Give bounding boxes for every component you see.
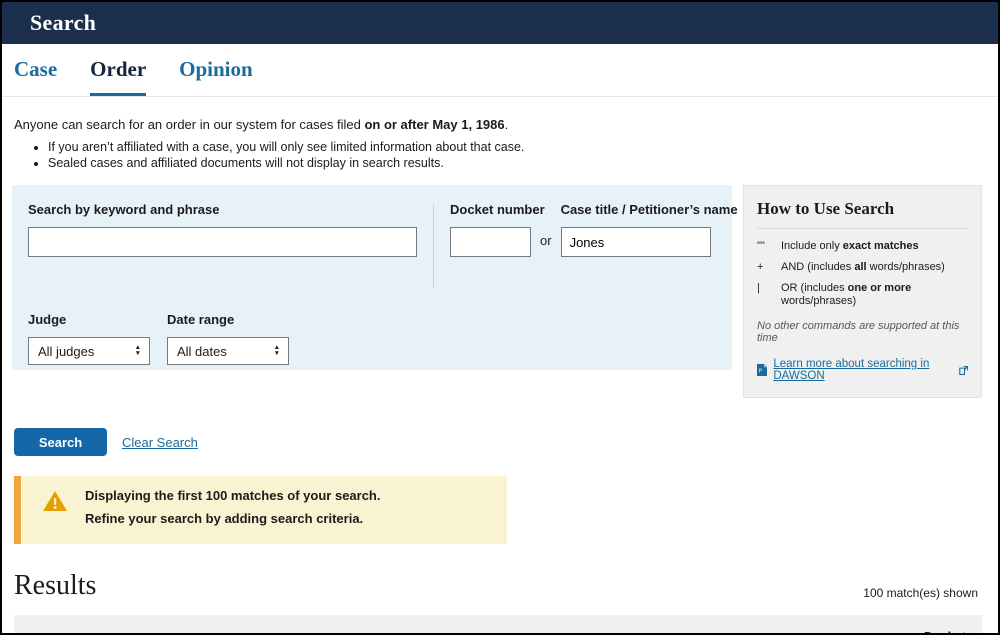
date-range-label: Date range — [167, 312, 289, 327]
date-range-select[interactable]: All dates — [168, 338, 288, 364]
learn-more-link[interactable]: Learn more about searching in DAWSON — [773, 358, 968, 382]
pipe-symbol: | — [757, 282, 781, 308]
keyword-label: Search by keyword and phrase — [28, 202, 417, 217]
docket-number-label: Docket number — [450, 202, 531, 217]
search-form-section: Search by keyword and phrase Docket numb… — [12, 185, 982, 398]
page-title: Search — [30, 10, 96, 36]
svg-text:P: P — [759, 369, 763, 375]
search-button[interactable]: Search — [14, 428, 107, 456]
or-label: or — [540, 233, 552, 248]
judge-label: Judge — [28, 312, 150, 327]
search-form-panel: Search by keyword and phrase Docket numb… — [12, 185, 732, 370]
docket-number-input[interactable] — [450, 227, 531, 257]
warning-alert: Displaying the first 100 matches of your… — [14, 476, 507, 544]
alert-line-2: Refine your search by adding search crit… — [85, 511, 381, 527]
quotes-symbol: "" — [757, 240, 781, 253]
pdf-file-icon: P — [757, 363, 767, 377]
bullet-item: If you aren’t affiliated with a case, yo… — [48, 139, 998, 155]
tab-order[interactable]: Order — [90, 57, 146, 96]
intro-bullets: If you aren’t affiliated with a case, yo… — [2, 139, 998, 171]
date-range-field-group: Date range All dates ▲▼ — [167, 312, 289, 365]
results-title: Results — [14, 570, 96, 602]
case-title-field-group: Case title / Petitioner’s name — [561, 202, 711, 257]
how-to-title: How to Use Search — [757, 199, 968, 229]
search-tabs: Case Order Opinion — [2, 44, 998, 97]
judge-select[interactable]: All judges — [29, 338, 149, 364]
intro-text: Anyone can search for an order in our sy… — [14, 117, 986, 133]
how-to-use-search-panel: How to Use Search "" Include only exact … — [743, 185, 982, 398]
page-header: Search — [2, 2, 998, 44]
tab-opinion[interactable]: Opinion — [179, 57, 253, 96]
how-to-rule-and: + AND (includes all words/phrases) — [757, 261, 968, 274]
judge-field-group: Judge All judges ▲▼ — [28, 312, 150, 365]
alert-line-1: Displaying the first 100 matches of your… — [85, 488, 381, 504]
keyword-input[interactable] — [28, 227, 417, 257]
results-count: 100 match(es) shown — [863, 586, 978, 602]
results-table-header: Date Order Case Title Judge Pages Docket… — [14, 615, 982, 635]
docket-field-group: Docket number — [450, 202, 531, 257]
search-page: Search Case Order Opinion Anyone can sea… — [0, 0, 1000, 635]
warning-triangle-icon — [42, 490, 68, 512]
form-actions: Search Clear Search — [14, 428, 998, 456]
results-header: Results 100 match(es) shown — [14, 570, 978, 602]
column-header-docket-no: Docket No. — [924, 629, 982, 635]
how-to-rule-exact: "" Include only exact matches — [757, 240, 968, 253]
case-title-label: Case title / Petitioner’s name — [561, 202, 711, 217]
tab-case[interactable]: Case — [14, 57, 57, 96]
plus-symbol: + — [757, 261, 781, 274]
how-to-rule-or: | OR (includes one or more words/phrases… — [757, 282, 968, 308]
clear-search-link[interactable]: Clear Search — [122, 435, 198, 450]
bullet-item: Sealed cases and affiliated documents wi… — [48, 155, 998, 171]
how-to-note: No other commands are supported at this … — [757, 320, 968, 344]
keyword-field-group: Search by keyword and phrase — [28, 202, 417, 257]
external-link-icon — [959, 365, 968, 376]
case-title-input[interactable] — [561, 227, 711, 257]
form-divider — [433, 204, 434, 288]
